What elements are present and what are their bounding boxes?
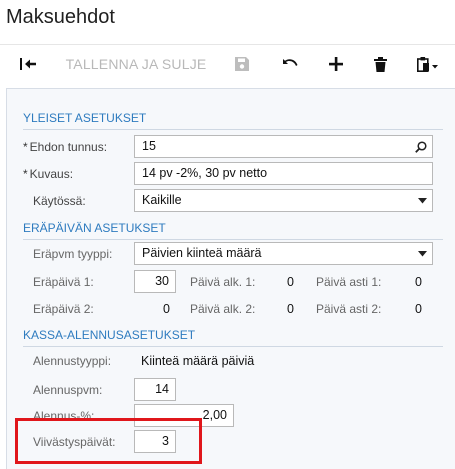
discount-date-field[interactable]: 14: [134, 378, 176, 401]
chevron-down-icon: [418, 198, 427, 204]
section-general-heading: YLEISET ASETUKSET: [23, 111, 147, 125]
section-divider: [23, 129, 443, 130]
section-discount-heading: KASSA-ALENNUSASETUKSET: [23, 328, 196, 342]
plus-icon: [329, 57, 343, 71]
back-button[interactable]: [8, 45, 48, 83]
term-id-label: * Ehdon tunnus:: [23, 140, 107, 154]
due-type-label: Eräpvm tyyppi:: [33, 247, 113, 261]
usage-label: Käytössä:: [33, 194, 86, 208]
discount-date-label: Alennuspvm:: [33, 383, 103, 397]
due-type-select[interactable]: Päivien kiinteä määrä: [134, 242, 433, 265]
required-marker: *: [23, 167, 28, 181]
due2-label: Eräpäivä 2:: [33, 302, 94, 316]
day-start1-value[interactable]: 0: [256, 275, 294, 289]
day-end2-value[interactable]: 0: [386, 302, 422, 316]
due-type-value: Päivien kiinteä määrä: [142, 246, 262, 260]
section-divider: [23, 239, 443, 240]
trash-icon: [373, 56, 387, 72]
save-button[interactable]: [226, 45, 258, 83]
term-id-value: 15: [142, 139, 156, 153]
search-icon[interactable]: [415, 141, 427, 153]
day-start2-value[interactable]: 0: [256, 302, 294, 316]
discount-type-label: Alennustyyppi:: [33, 354, 112, 368]
arrow-left-icon: [20, 58, 36, 70]
delete-button[interactable]: [364, 45, 396, 83]
page-title: Maksuehdot: [6, 6, 115, 28]
due2-value[interactable]: 0: [134, 302, 170, 316]
clipboard-menu-button[interactable]: [410, 45, 446, 83]
day-end2-label: Päivä asti 2:: [316, 302, 382, 316]
section-due-date-heading: ERÄPÄIVÄN ASETUKSET: [23, 221, 166, 235]
day-start1-label: Päivä alk. 1:: [190, 275, 256, 289]
usage-select[interactable]: Kaikille: [134, 189, 433, 212]
toolbar: TALLENNA JA SULJE: [0, 44, 455, 82]
due1-field[interactable]: 30: [134, 270, 176, 293]
floppy-disk-icon: [235, 57, 249, 71]
description-value: 14 pv -2%, 30 pv netto: [142, 166, 268, 180]
term-id-field[interactable]: 15: [134, 135, 433, 158]
term-id-label-text: Ehdon tunnus:: [29, 140, 108, 154]
day-end1-value[interactable]: 0: [386, 275, 422, 289]
description-label: * Kuvaus:: [23, 167, 73, 181]
clipboard-icon: [417, 56, 438, 72]
description-field[interactable]: 14 pv -2%, 30 pv netto: [134, 162, 433, 185]
day-end1-label: Päivä asti 1:: [316, 275, 382, 289]
required-marker: *: [23, 140, 28, 154]
usage-value: Kaikille: [142, 193, 182, 207]
due1-label: Eräpäivä 1:: [33, 275, 94, 289]
add-button[interactable]: [320, 45, 352, 83]
save-and-close-label: TALLENNA JA SULJE: [65, 56, 207, 72]
highlight-box: [15, 418, 202, 464]
undo-button[interactable]: [274, 45, 306, 83]
save-and-close-button[interactable]: TALLENNA JA SULJE: [58, 45, 214, 83]
chevron-down-icon: [418, 251, 427, 257]
undo-icon: [283, 59, 298, 66]
description-label-text: Kuvaus:: [29, 167, 74, 181]
discount-type-value[interactable]: Kiinteä määrä päiviä: [141, 354, 254, 368]
day-start2-label: Päivä alk. 2:: [190, 302, 256, 316]
section-divider: [23, 346, 443, 347]
